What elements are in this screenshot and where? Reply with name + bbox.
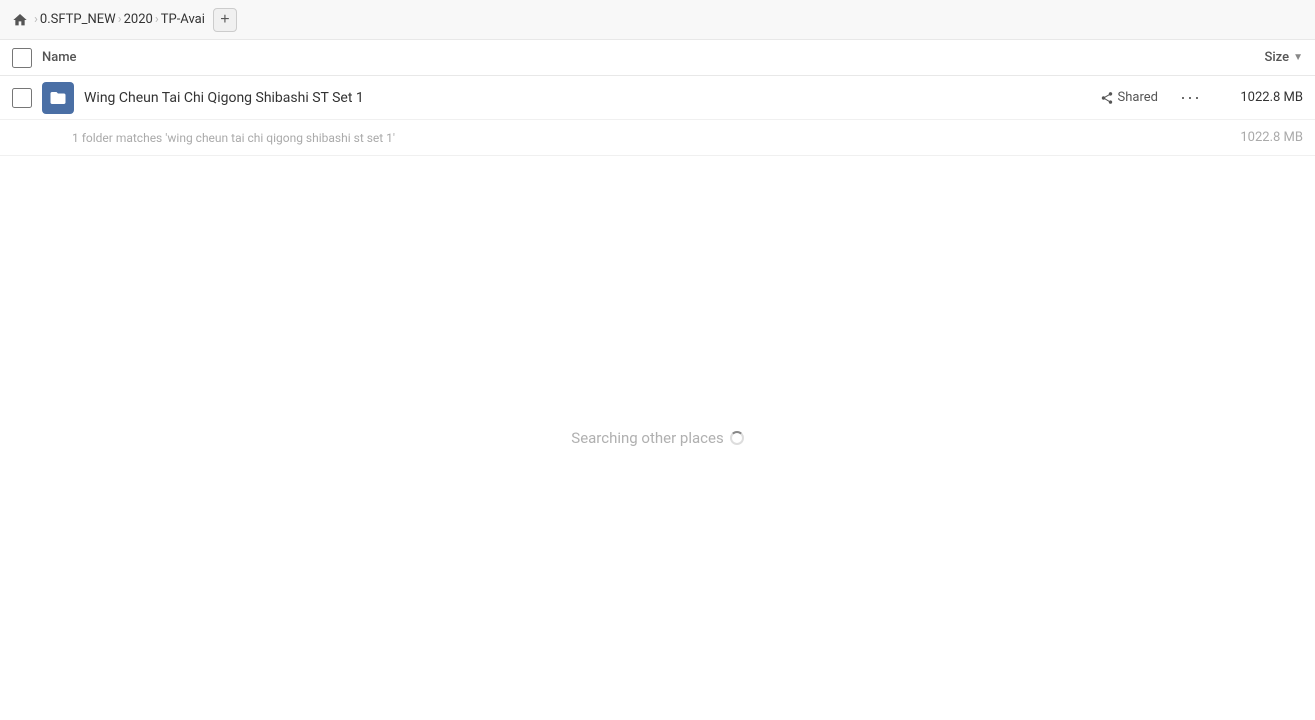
match-info-row: 1 folder matches 'wing cheun tai chi qig…: [0, 120, 1315, 156]
file-size: 1022.8 MB: [1223, 90, 1303, 105]
file-name: Wing Cheun Tai Chi Qigong Shibashi ST Se…: [84, 90, 1100, 106]
loading-spinner: [730, 431, 744, 445]
breadcrumb-separator-1: ›: [34, 12, 38, 27]
add-tab-button[interactable]: +: [213, 8, 237, 32]
breadcrumb-item-tp[interactable]: TP-Avai: [161, 12, 205, 27]
more-options-button[interactable]: ···: [1174, 85, 1207, 110]
name-column-header: Name: [42, 50, 1265, 65]
table-header: Name Size ▼: [0, 40, 1315, 76]
breadcrumb-item-2020[interactable]: 2020: [124, 12, 153, 27]
table-row[interactable]: Wing Cheun Tai Chi Qigong Shibashi ST Se…: [0, 76, 1315, 120]
breadcrumb-separator-2: ›: [118, 12, 122, 27]
match-size: 1022.8 MB: [1240, 130, 1303, 145]
shared-badge: Shared: [1100, 90, 1158, 105]
sort-icon: ▼: [1293, 52, 1303, 63]
size-column-header[interactable]: Size ▼: [1265, 50, 1304, 65]
row-checkbox[interactable]: [12, 88, 32, 108]
searching-area: Searching other places: [0, 156, 1315, 720]
folder-icon: [42, 82, 74, 114]
breadcrumb-item-sftp[interactable]: 0.SFTP_NEW: [40, 12, 116, 27]
match-text: 1 folder matches 'wing cheun tai chi qig…: [72, 131, 1240, 145]
select-all-checkbox[interactable]: [12, 48, 32, 68]
breadcrumb-bar: › 0.SFTP_NEW › 2020 › TP-Avai +: [0, 0, 1315, 40]
breadcrumb-separator-3: ›: [155, 12, 159, 27]
searching-status: Searching other places: [571, 429, 743, 447]
home-icon[interactable]: [12, 12, 28, 28]
